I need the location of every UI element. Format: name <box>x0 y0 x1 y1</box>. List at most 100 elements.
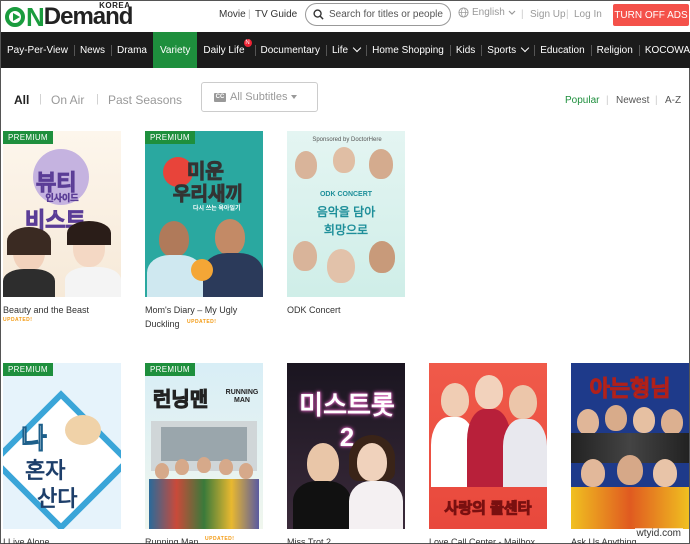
tv-guide-link[interactable]: TV Guide <box>255 9 297 20</box>
nav-item-news[interactable]: News <box>73 32 111 68</box>
show-title[interactable]: Miss Trot 2 <box>287 535 405 544</box>
poster-title: 산다 <box>37 486 78 511</box>
header-separator: | <box>566 9 569 20</box>
premium-badge: PREMIUM <box>145 363 195 376</box>
poster-person <box>441 383 469 417</box>
nav-item-documentary[interactable]: Documentary <box>254 32 326 68</box>
tab-separator: | <box>39 93 42 105</box>
subtitles-select[interactable]: CC All Subtitles <box>201 82 318 112</box>
nav-item-education[interactable]: Education <box>534 32 590 68</box>
poster-building <box>161 427 247 461</box>
sort-separator: | <box>655 95 658 106</box>
poster-title: 아는형님 <box>589 376 671 402</box>
poster-title: 나 <box>21 423 48 455</box>
movie-link[interactable]: Movie <box>219 9 246 20</box>
poster-title: 사랑의 콜센타 <box>444 500 532 518</box>
show-poster[interactable]: PREMIUM 나 혼자 산다 <box>3 363 121 529</box>
nav-item-kids[interactable]: Kids <box>449 32 481 68</box>
show-card[interactable]: PREMIUM 런닝맨 RUNNING MAN Running Man UPDA… <box>145 363 263 544</box>
poster-group <box>571 487 689 529</box>
tab-all[interactable]: All <box>14 93 29 107</box>
show-card[interactable]: PREMIUM 미운 우리새끼 다시 쓰는 육아일기 Mom's Diary –… <box>145 131 263 331</box>
show-poster[interactable]: 미스트롯2 <box>287 363 405 529</box>
show-title[interactable]: I Live Alone <box>3 535 121 544</box>
tab-on-air[interactable]: On Air <box>51 93 84 107</box>
show-title[interactable]: Love Call Center - Mailbox <box>429 535 547 544</box>
nav-item-kocowa[interactable]: KOCOWA <box>638 32 690 68</box>
poster-person <box>369 241 395 273</box>
show-poster[interactable]: 아는형님 <box>571 363 689 529</box>
nav-item-drama[interactable]: Drama <box>110 32 153 68</box>
nav-item-life[interactable]: Life <box>325 32 366 68</box>
poster-person <box>653 459 677 487</box>
poster-hair <box>7 227 51 255</box>
poster-sponsor: Sponsored by DoctorHere <box>312 137 382 143</box>
poster-person <box>239 463 253 479</box>
poster-person <box>155 463 169 479</box>
show-title[interactable]: Mom's Diary – My Ugly Duckling <box>145 303 263 331</box>
show-title[interactable]: Running Man <box>145 535 263 544</box>
poster-person <box>293 241 317 271</box>
show-title[interactable]: ODK Concert <box>287 303 405 317</box>
search-box[interactable] <box>305 3 451 26</box>
show-card[interactable]: PREMIUM 나 혼자 산다 I Live Alone <box>3 363 121 544</box>
poster-person <box>327 249 355 283</box>
language-select[interactable]: English <box>458 7 516 18</box>
premium-badge: PREMIUM <box>3 363 53 376</box>
show-poster[interactable]: Sponsored by DoctorHere ODK CONCERT 음악을 … <box>287 131 405 297</box>
search-icon <box>313 9 324 20</box>
nav-item-daily-life[interactable]: Daily Life N <box>197 32 254 68</box>
show-card[interactable]: 아는형님 Ask Us Anything <box>571 363 689 544</box>
nav-label: Variety <box>159 44 191 56</box>
premium-badge: PREMIUM <box>145 131 195 144</box>
poster-person <box>577 409 599 435</box>
play-circle-icon <box>5 7 25 27</box>
sign-up-link[interactable]: Sign Up <box>530 9 566 20</box>
premium-badge: PREMIUM <box>3 131 53 144</box>
sort-popular[interactable]: Popular <box>565 95 599 106</box>
show-card[interactable]: PREMIUM 뷰티 인사이드 비스트 Beauty and the Beast… <box>3 131 121 323</box>
filter-bar: All | On Air | Past Seasons CC All Subti… <box>1 68 690 128</box>
show-poster[interactable]: PREMIUM 뷰티 인사이드 비스트 <box>3 131 121 297</box>
watermark: wtyid.com <box>634 528 683 539</box>
updated-badge: UPDATED! <box>205 536 235 542</box>
poster-group <box>149 479 259 529</box>
nav-item-pay-per-view[interactable]: Pay-Per-View <box>1 32 74 68</box>
show-poster[interactable]: PREMIUM 런닝맨 RUNNING MAN <box>145 363 263 529</box>
poster-person <box>203 253 263 297</box>
show-title[interactable]: Beauty and the Beast <box>3 303 121 317</box>
poster-person <box>3 269 55 297</box>
closed-captions-icon: CC <box>214 92 226 102</box>
nav-label: KOCOWA <box>644 44 690 56</box>
poster-person <box>295 151 317 179</box>
sort-separator: | <box>606 95 609 106</box>
nav-label: Religion <box>596 44 633 56</box>
updated-badge: UPDATED! <box>187 319 217 325</box>
show-card[interactable]: 사랑의 콜센타 Love Call Center - Mailbox <box>429 363 547 544</box>
show-poster[interactable]: 사랑의 콜센타 <box>429 363 547 529</box>
nav-label: Pay-Per-View <box>7 44 68 56</box>
nav-item-variety[interactable]: Variety <box>152 32 198 68</box>
poster-person <box>293 481 351 529</box>
show-poster[interactable]: PREMIUM 미운 우리새끼 다시 쓰는 육아일기 <box>145 131 263 297</box>
nav-label: Sports <box>487 44 517 56</box>
nav-label: Education <box>540 44 585 56</box>
poster-person <box>503 419 547 487</box>
sort-newest[interactable]: Newest <box>616 95 649 106</box>
sort-a-z[interactable]: A-Z <box>665 95 681 106</box>
poster-person <box>581 459 605 487</box>
nav-item-sports[interactable]: Sports <box>481 32 534 68</box>
tab-past-seasons[interactable]: Past Seasons <box>108 93 182 107</box>
poster-person <box>369 149 393 179</box>
log-in-link[interactable]: Log In <box>574 9 602 20</box>
header-separator: | <box>248 9 251 20</box>
turn-off-ads-button[interactable]: TURN OFF ADS <box>613 4 689 26</box>
logo-on: DemandN <box>5 4 45 30</box>
ondemand-logo[interactable]: DemandN Demand KOREA <box>5 1 133 30</box>
show-card[interactable]: Sponsored by DoctorHere ODK CONCERT 음악을 … <box>287 131 405 317</box>
nav-item-religion[interactable]: Religion <box>590 32 639 68</box>
nav-item-home-shopping[interactable]: Home Shopping <box>366 32 450 68</box>
search-input[interactable] <box>329 9 444 20</box>
show-card[interactable]: 미스트롯2 Miss Trot 2 <box>287 363 405 544</box>
nav-label: Daily Life <box>203 44 245 56</box>
